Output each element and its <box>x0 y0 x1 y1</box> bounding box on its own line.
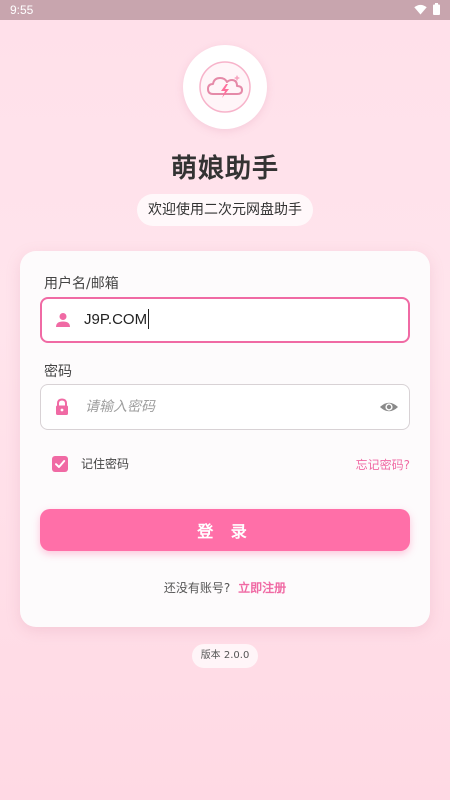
status-icons <box>414 3 440 15</box>
battery-icon <box>433 3 440 15</box>
password-placeholder: 请输入密码 <box>85 399 155 415</box>
app-logo <box>183 45 267 129</box>
register-prompt: 还没有账号? <box>163 581 231 595</box>
remember-checkbox[interactable] <box>52 455 68 472</box>
register-row: 还没有账号? 立即注册 <box>20 579 430 596</box>
status-bar: 9:55 <box>0 0 450 20</box>
remember-label: 记住密码 <box>81 457 130 471</box>
eye-icon[interactable] <box>379 397 399 417</box>
person-icon <box>56 313 70 327</box>
login-card: 用户名/邮箱 J9P.COM 密码 请输入密码 记住密码 忘记密码? 登 录 还… <box>20 251 430 627</box>
password-label: 密码 <box>44 364 72 380</box>
cloud-lightning-logo <box>199 61 251 113</box>
password-input[interactable]: 请输入密码 <box>40 384 410 430</box>
forgot-password-link[interactable]: 忘记密码? <box>356 456 410 473</box>
check-icon <box>55 459 66 468</box>
lock-icon <box>56 398 68 415</box>
username-value: J9P.COM <box>84 299 150 341</box>
username-input[interactable]: J9P.COM <box>40 297 410 343</box>
app-subtitle: 欢迎使用二次元网盘助手 <box>137 194 313 226</box>
wifi-icon <box>414 4 427 14</box>
username-label: 用户名/邮箱 <box>44 276 119 292</box>
text-caret <box>148 308 150 329</box>
remember-password-row[interactable]: 记住密码 <box>52 455 129 472</box>
register-link[interactable]: 立即注册 <box>238 581 286 595</box>
version-badge: 版本 2.0.0 <box>192 644 258 668</box>
status-time: 9:55 <box>10 3 34 17</box>
app-title: 萌娘助手 <box>170 154 279 184</box>
login-button[interactable]: 登 录 <box>40 509 410 551</box>
